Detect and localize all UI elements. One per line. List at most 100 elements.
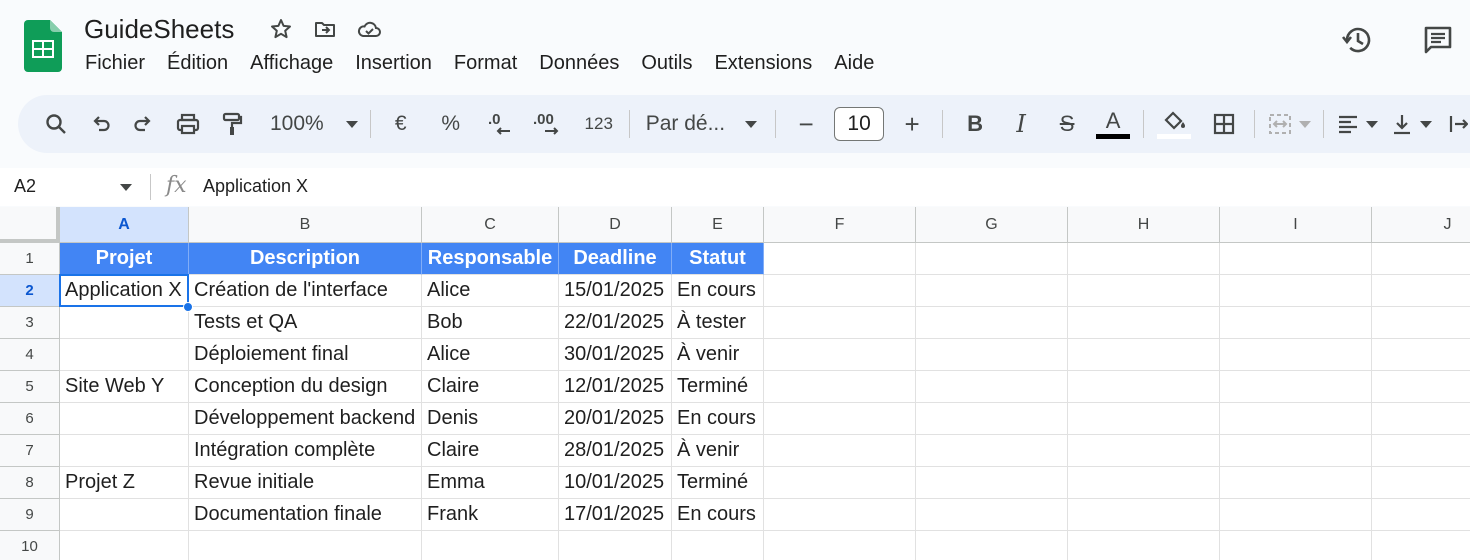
column-header-d[interactable]: D (559, 207, 672, 243)
comments-icon[interactable] (1420, 22, 1456, 58)
cell-g2[interactable] (916, 275, 1068, 307)
row-header-10[interactable]: 10 (0, 531, 60, 560)
cell-e4[interactable]: À venir (672, 339, 764, 371)
print-icon[interactable] (170, 106, 206, 142)
cell-d6[interactable]: 20/01/2025 (559, 403, 672, 435)
cell-e2[interactable]: En cours (672, 275, 764, 307)
menu-aide[interactable]: Aide (823, 50, 885, 77)
cell-g9[interactable] (916, 499, 1068, 531)
cell-g4[interactable] (916, 339, 1068, 371)
row-header-1[interactable]: 1 (0, 243, 60, 275)
menu-donnees[interactable]: Données (528, 50, 630, 77)
cell-j5[interactable] (1372, 371, 1470, 403)
cell-b8[interactable]: Revue initiale (189, 467, 422, 499)
cell-c6[interactable]: Denis (422, 403, 559, 435)
redo-icon[interactable] (126, 106, 162, 142)
cell-i3[interactable] (1220, 307, 1372, 339)
cell-c9[interactable]: Frank (422, 499, 559, 531)
cell-f1[interactable] (764, 243, 916, 275)
cell-a9[interactable] (60, 499, 189, 531)
move-folder-icon[interactable] (312, 16, 338, 42)
formula-input[interactable]: Application X (203, 176, 308, 197)
cell-d3[interactable]: 22/01/2025 (559, 307, 672, 339)
sheets-logo-icon[interactable] (24, 20, 62, 72)
cell-g5[interactable] (916, 371, 1068, 403)
font-size-input[interactable]: 10 (834, 107, 885, 141)
cell-a4[interactable] (60, 339, 189, 371)
column-header-b[interactable]: B (189, 207, 422, 243)
column-header-a[interactable]: A (60, 207, 189, 243)
more-formats-button[interactable]: 123 (581, 106, 617, 142)
cell-d5[interactable]: 12/01/2025 (559, 371, 672, 403)
menu-insertion[interactable]: Insertion (344, 50, 443, 77)
italic-button[interactable]: I (1003, 106, 1039, 142)
cell-a1[interactable]: Projet (60, 243, 189, 275)
cell-b9[interactable]: Documentation finale (189, 499, 422, 531)
select-all-corner[interactable] (0, 207, 60, 243)
cell-a3[interactable] (60, 307, 189, 339)
cell-f3[interactable] (764, 307, 916, 339)
cell-d2[interactable]: 15/01/2025 (559, 275, 672, 307)
cell-i5[interactable] (1220, 371, 1372, 403)
cell-a8[interactable]: Projet Z (60, 467, 189, 499)
strikethrough-button[interactable]: S (1049, 106, 1085, 142)
row-header-5[interactable]: 5 (0, 371, 60, 403)
cell-j1[interactable] (1372, 243, 1470, 275)
cell-c10[interactable] (422, 531, 559, 560)
cell-b7[interactable]: Intégration complète (189, 435, 422, 467)
cell-f8[interactable] (764, 467, 916, 499)
cell-a10[interactable] (60, 531, 189, 560)
chevron-down-icon[interactable] (120, 184, 132, 191)
row-header-7[interactable]: 7 (0, 435, 60, 467)
cell-h4[interactable] (1068, 339, 1220, 371)
vertical-align-icon[interactable] (1390, 106, 1433, 142)
cell-c2[interactable]: Alice (422, 275, 559, 307)
cell-j4[interactable] (1372, 339, 1470, 371)
row-header-6[interactable]: 6 (0, 403, 60, 435)
currency-format-button[interactable]: € (383, 106, 419, 142)
cell-e3[interactable]: À tester (672, 307, 764, 339)
percent-format-button[interactable]: % (433, 106, 469, 142)
cell-e5[interactable]: Terminé (672, 371, 764, 403)
cell-d9[interactable]: 17/01/2025 (559, 499, 672, 531)
decrease-font-size-button[interactable]: − (788, 106, 824, 142)
merge-cells-icon[interactable] (1267, 106, 1312, 142)
menu-edition[interactable]: Édition (156, 50, 239, 77)
cell-b5[interactable]: Conception du design (189, 371, 422, 403)
menu-format[interactable]: Format (443, 50, 528, 77)
cell-f7[interactable] (764, 435, 916, 467)
cell-d4[interactable]: 30/01/2025 (559, 339, 672, 371)
cell-j9[interactable] (1372, 499, 1470, 531)
star-icon[interactable] (268, 16, 294, 42)
row-header-9[interactable]: 9 (0, 499, 60, 531)
name-box[interactable]: A2 (14, 176, 36, 197)
version-history-icon[interactable] (1340, 22, 1376, 58)
cell-f9[interactable] (764, 499, 916, 531)
cell-e7[interactable]: À venir (672, 435, 764, 467)
menu-affichage[interactable]: Affichage (239, 50, 344, 77)
cell-j2[interactable] (1372, 275, 1470, 307)
increase-font-size-button[interactable]: + (894, 106, 930, 142)
cell-c7[interactable]: Claire (422, 435, 559, 467)
cell-j10[interactable] (1372, 531, 1470, 560)
column-header-e[interactable]: E (672, 207, 764, 243)
cell-f2[interactable] (764, 275, 916, 307)
cell-a7[interactable] (60, 435, 189, 467)
cell-b2[interactable]: Création de l'interface (189, 275, 422, 307)
cell-b4[interactable]: Déploiement final (189, 339, 422, 371)
cell-c3[interactable]: Bob (422, 307, 559, 339)
column-header-h[interactable]: H (1068, 207, 1220, 243)
cell-j7[interactable] (1372, 435, 1470, 467)
bold-button[interactable]: B (957, 106, 993, 142)
cell-g10[interactable] (916, 531, 1068, 560)
cell-g3[interactable] (916, 307, 1068, 339)
menu-outils[interactable]: Outils (630, 50, 703, 77)
cell-d7[interactable]: 28/01/2025 (559, 435, 672, 467)
cell-e1[interactable]: Statut (672, 243, 764, 275)
cell-e9[interactable]: En cours (672, 499, 764, 531)
cell-h5[interactable] (1068, 371, 1220, 403)
cell-a2[interactable]: Application X (60, 275, 189, 307)
borders-icon[interactable] (1206, 106, 1242, 142)
column-header-i[interactable]: I (1220, 207, 1372, 243)
text-color-button[interactable]: A (1095, 106, 1131, 142)
